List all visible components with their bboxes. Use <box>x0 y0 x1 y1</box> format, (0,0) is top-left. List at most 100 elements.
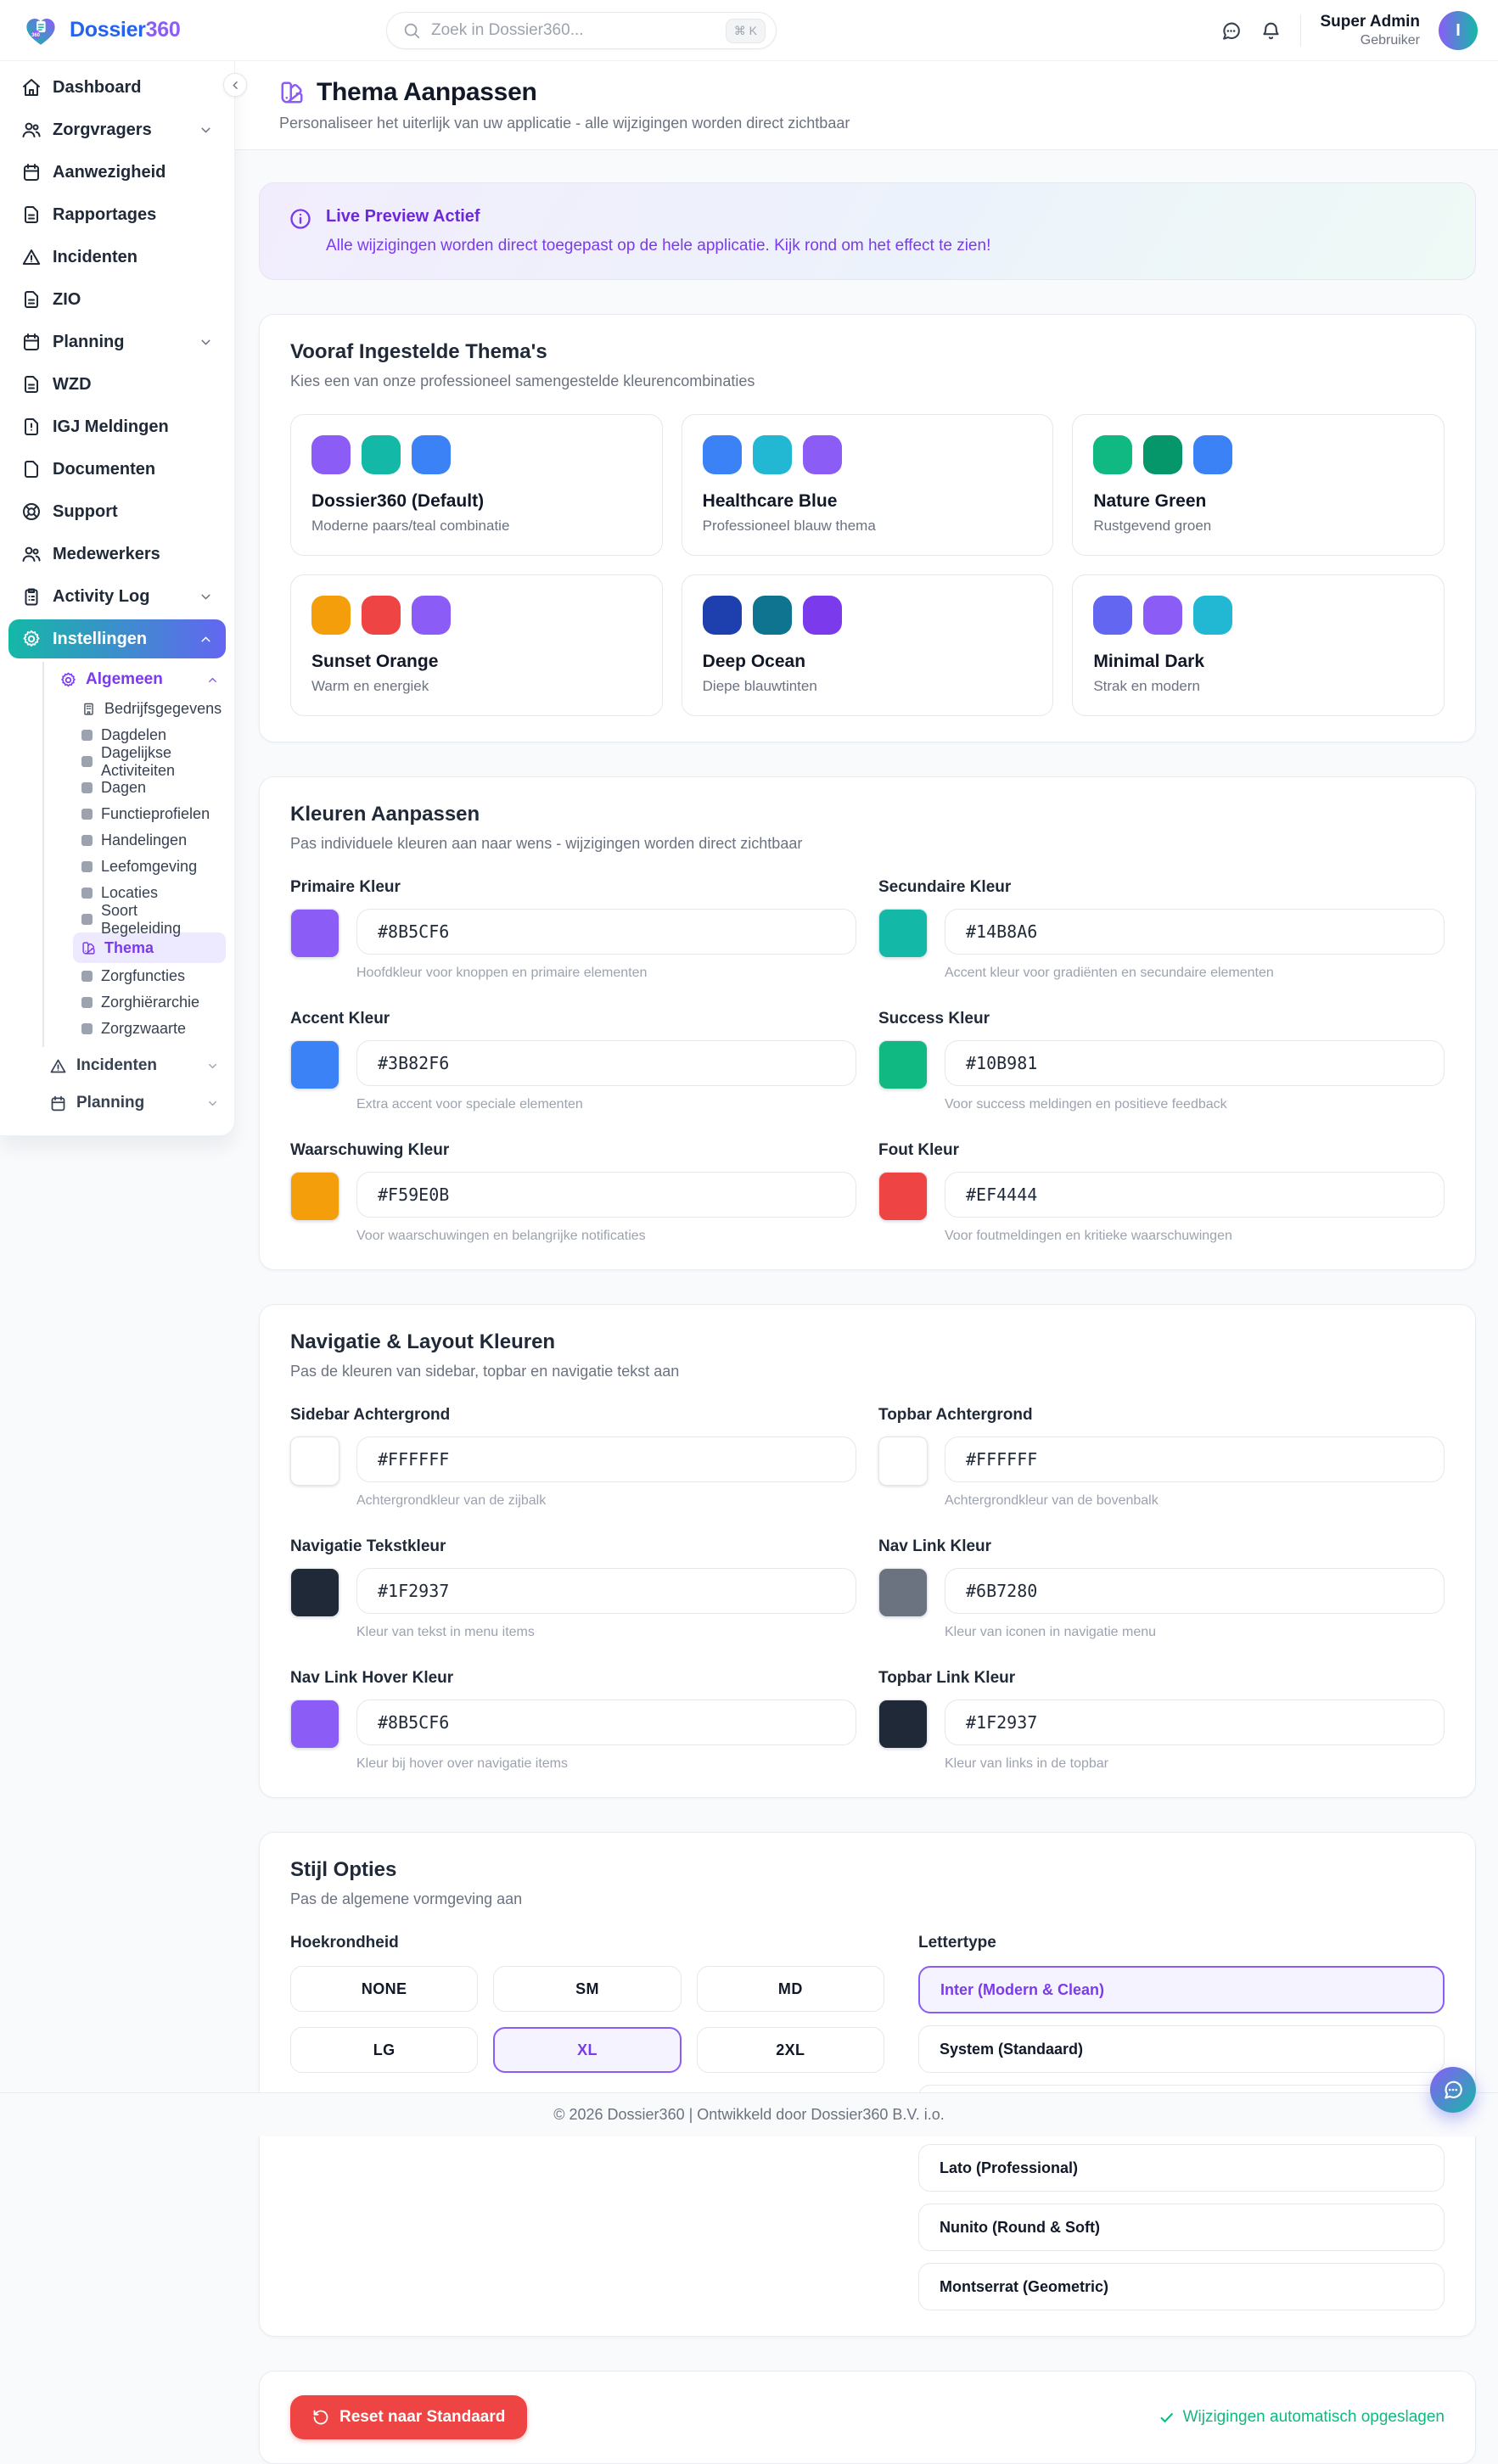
sidebar-item-label: Planning <box>53 333 124 352</box>
submenu-algemeen[interactable]: Algemeen <box>53 664 226 696</box>
square-icon <box>81 997 93 1008</box>
preset-sunset-orange[interactable]: Sunset Orange Warm en energiek <box>290 574 663 716</box>
reset-button[interactable]: Reset naar Standaard <box>290 2395 527 2439</box>
color-field-secundaire: Secundaire Kleur Accent kleur voor gradi… <box>878 878 1445 981</box>
submenu-item-soort-begeleiding[interactable]: Soort Begeleiding <box>73 906 226 932</box>
sidebar-item-zorgvragers[interactable]: Zorgvragers <box>8 110 226 149</box>
color-picker-swatch[interactable] <box>290 909 339 958</box>
submenu-item-label: Bedrijfsgegevens <box>104 700 222 718</box>
chat-icon[interactable] <box>1220 20 1242 42</box>
submenu-item-label: Zorgzwaarte <box>101 1020 186 1038</box>
radius-option-2xl[interactable]: 2XL <box>697 2027 884 2073</box>
hex-color-input[interactable] <box>356 909 856 955</box>
app-logo[interactable]: 360 Dossier360 <box>22 13 180 48</box>
preset-deep-ocean[interactable]: Deep Ocean Diepe blauwtinten <box>682 574 1054 716</box>
hex-color-input[interactable] <box>945 1568 1445 1614</box>
radius-option-xl-selected[interactable]: XL <box>493 2027 681 2073</box>
sidebar-item-igj-meldingen[interactable]: IGJ Meldingen <box>8 407 226 446</box>
hex-color-input[interactable] <box>356 1436 856 1482</box>
preset-nature-green[interactable]: Nature Green Rustgevend groen <box>1072 414 1445 556</box>
submenu-item-label: Dagen <box>101 779 146 797</box>
sidebar-item-rapportages[interactable]: Rapportages <box>8 195 226 234</box>
color-picker-swatch[interactable] <box>878 1172 928 1221</box>
submenu-item-functieprofielen[interactable]: Functieprofielen <box>73 801 226 827</box>
color-picker-swatch[interactable] <box>878 909 928 958</box>
radius-option-none[interactable]: NONE <box>290 1966 478 2012</box>
hex-color-input[interactable] <box>945 1040 1445 1086</box>
hex-color-input[interactable] <box>945 1700 1445 1745</box>
sidebar-item-instellingen[interactable]: Instellingen <box>8 619 226 658</box>
hex-color-input[interactable] <box>945 1172 1445 1218</box>
radius-option-sm[interactable]: SM <box>493 1966 681 2012</box>
submenu-item-leefomgeving[interactable]: Leefomgeving <box>73 854 226 880</box>
global-search[interactable]: ⌘ K <box>386 12 777 49</box>
submenu-item-handelingen[interactable]: Handelingen <box>73 827 226 854</box>
square-icon <box>81 809 93 820</box>
user-menu[interactable]: Super Admin Gebruiker <box>1320 12 1420 49</box>
building-icon <box>81 702 96 716</box>
chat-fab-button[interactable] <box>1430 2067 1476 2113</box>
font-option-lato[interactable]: Lato (Professional) <box>918 2144 1445 2192</box>
field-help: Voor waarschuwingen en belangrijke notif… <box>356 1229 856 1244</box>
field-help: Kleur van iconen in navigatie menu <box>945 1625 1445 1640</box>
preset-minimal-dark[interactable]: Minimal Dark Strak en modern <box>1072 574 1445 716</box>
radius-option-md[interactable]: MD <box>697 1966 884 2012</box>
color-picker-swatch[interactable] <box>878 1700 928 1749</box>
sidebar-item-dashboard[interactable]: Dashboard <box>8 68 226 107</box>
color-swatch <box>803 596 842 635</box>
submenu-item-zorgfuncties[interactable]: Zorgfuncties <box>73 963 226 989</box>
color-picker-swatch[interactable] <box>290 1568 339 1617</box>
radius-option-lg[interactable]: LG <box>290 2027 478 2073</box>
font-option-montserrat[interactable]: Montserrat (Geometric) <box>918 2263 1445 2310</box>
style-options-subtitle: Pas de algemene vormgeving aan <box>290 1890 1445 1908</box>
sidebar-item-aanwezigheid[interactable]: Aanwezigheid <box>8 153 226 192</box>
submenu-item-dagelijkse-activiteiten[interactable]: Dagelijkse Activiteiten <box>73 748 226 775</box>
hex-color-input[interactable] <box>356 1172 856 1218</box>
file-text-icon <box>21 374 42 395</box>
color-picker-swatch[interactable] <box>290 1172 339 1221</box>
color-picker-swatch[interactable] <box>290 1040 339 1089</box>
avatar[interactable]: I <box>1439 11 1478 50</box>
color-picker-swatch[interactable] <box>878 1568 928 1617</box>
font-option-system[interactable]: System (Standaard) <box>918 2025 1445 2073</box>
font-option-nunito[interactable]: Nunito (Round & Soft) <box>918 2204 1445 2251</box>
swatch-book-icon <box>279 80 305 105</box>
font-option-inter-selected[interactable]: Inter (Modern & Clean) <box>918 1966 1445 2013</box>
footer: © 2026 Dossier360 | Ontwikkeld door Doss… <box>0 2092 1498 2136</box>
sidebar-item-incidenten[interactable]: Incidenten <box>8 238 226 277</box>
sidebar-item-wzd[interactable]: WZD <box>8 365 226 404</box>
sidebar-item-activity-log[interactable]: Activity Log <box>8 577 226 616</box>
submenu-item-bedrijfsgegevens[interactable]: Bedrijfsgegevens <box>73 696 226 722</box>
hex-color-input[interactable] <box>356 1568 856 1614</box>
hex-color-input[interactable] <box>356 1700 856 1745</box>
field-help: Voor foutmeldingen en kritieke waarschuw… <box>945 1229 1445 1244</box>
color-field-fout: Fout Kleur Voor foutmeldingen en kritiek… <box>878 1141 1445 1244</box>
submenu-item-zorghierarchie[interactable]: Zorghiërarchie <box>73 989 226 1016</box>
color-picker-swatch[interactable] <box>878 1436 928 1486</box>
preset-healthcare-blue[interactable]: Healthcare Blue Professioneel blauw them… <box>682 414 1054 556</box>
preset-dossier360-default[interactable]: Dossier360 (Default) Moderne paars/teal … <box>290 414 663 556</box>
color-picker-swatch[interactable] <box>878 1040 928 1089</box>
submenu-group-incidenten[interactable]: Incidenten <box>42 1047 226 1084</box>
sidebar-collapse-button[interactable] <box>223 73 247 97</box>
colors-title: Kleuren Aanpassen <box>290 803 1445 826</box>
sidebar-item-medewerkers[interactable]: Medewerkers <box>8 535 226 574</box>
bell-icon[interactable] <box>1260 20 1282 42</box>
sidebar-item-documenten[interactable]: Documenten <box>8 450 226 489</box>
hex-color-input[interactable] <box>945 909 1445 955</box>
hex-color-input[interactable] <box>356 1040 856 1086</box>
color-field-nav-link-hover-kleur: Nav Link Hover Kleur Kleur bij hover ove… <box>290 1669 856 1772</box>
brand-heart-icon: 360 <box>22 13 59 48</box>
color-picker-swatch[interactable] <box>290 1700 339 1749</box>
sidebar-item-zio[interactable]: ZIO <box>8 280 226 319</box>
search-shortcut-badge: ⌘ K <box>726 19 766 43</box>
sidebar-item-planning[interactable]: Planning <box>8 322 226 361</box>
file-icon <box>21 459 42 479</box>
sidebar-item-label: Medewerkers <box>53 545 160 564</box>
search-input[interactable] <box>431 21 715 40</box>
hex-color-input[interactable] <box>945 1436 1445 1482</box>
submenu-item-zorgzwaarte[interactable]: Zorgzwaarte <box>73 1016 226 1042</box>
sidebar-item-support[interactable]: Support <box>8 492 226 531</box>
color-picker-swatch[interactable] <box>290 1436 339 1486</box>
submenu-group-planning[interactable]: Planning <box>42 1084 226 1122</box>
